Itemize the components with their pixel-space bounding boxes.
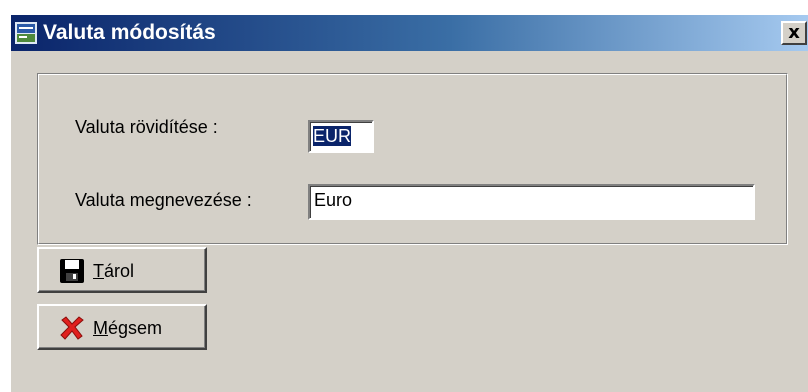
- abbreviation-input[interactable]: EUR: [308, 120, 374, 153]
- name-label: Valuta megnevezése :: [75, 190, 252, 210]
- abbreviation-value: EUR: [313, 126, 352, 146]
- cancel-button[interactable]: Mégsem: [37, 304, 207, 350]
- close-icon: x: [788, 22, 800, 43]
- abbreviation-label: Valuta rövidítése :: [75, 117, 218, 137]
- dialog-window: Valuta módosítás x Valuta rövidítése : E…: [10, 14, 808, 392]
- save-button-label: Tárol: [93, 260, 134, 282]
- title-bar[interactable]: Valuta módosítás x: [11, 15, 808, 51]
- cancel-mnemonic: M: [93, 318, 108, 338]
- cancel-button-label: Mégsem: [93, 317, 162, 339]
- app-icon: [15, 22, 37, 44]
- save-button[interactable]: Tárol: [37, 247, 207, 293]
- close-button[interactable]: x: [781, 21, 807, 45]
- save-mnemonic: T: [93, 261, 104, 281]
- floppy-disk-icon: [60, 259, 84, 283]
- red-x-icon: [60, 316, 84, 340]
- cancel-label-rest: égsem: [108, 318, 163, 338]
- currency-groupbox: Valuta rövidítése : EUR Valuta megnevezé…: [37, 73, 788, 245]
- window-title: Valuta módosítás: [43, 21, 216, 44]
- name-value: Euro: [314, 190, 353, 210]
- save-label-rest: árol: [104, 261, 135, 281]
- name-input[interactable]: Euro: [308, 184, 755, 220]
